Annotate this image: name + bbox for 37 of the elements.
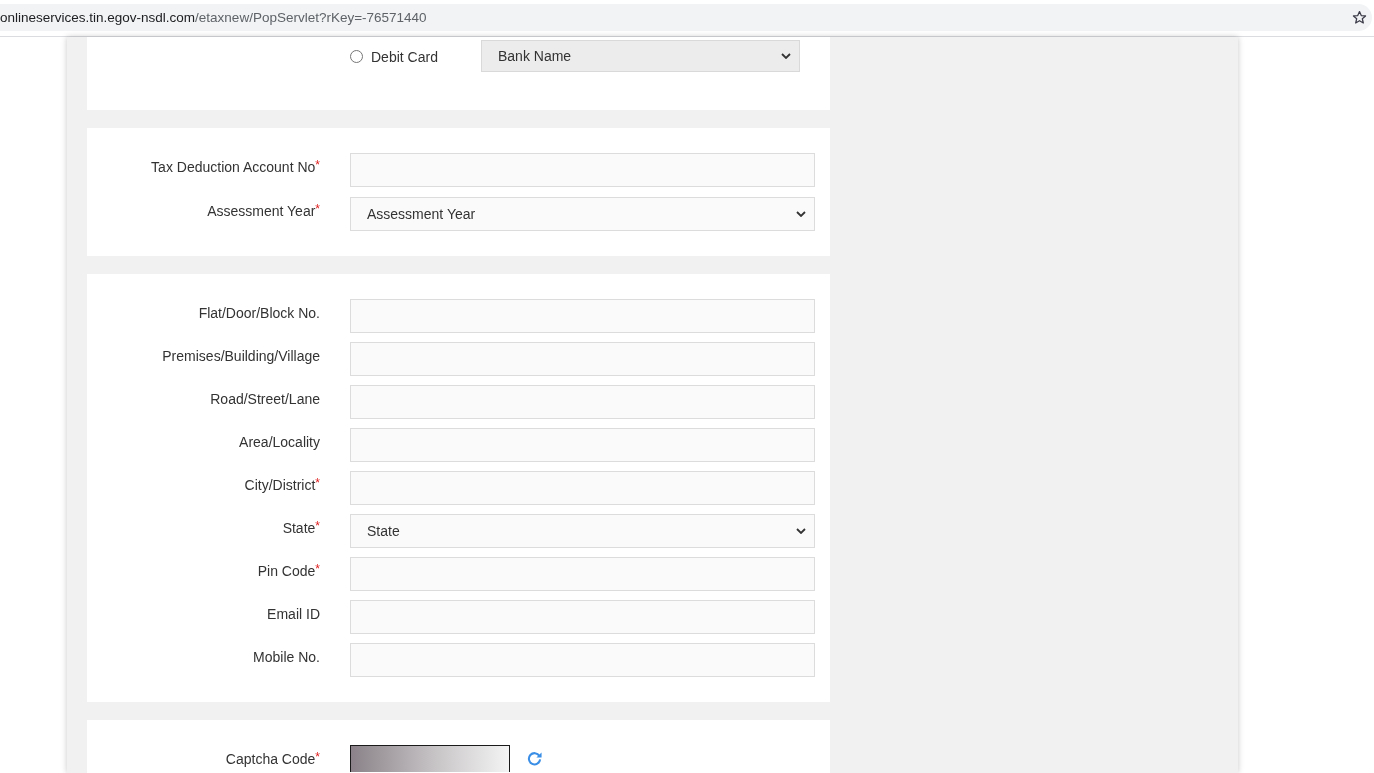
required-mark: * — [315, 563, 320, 578]
required-mark: * — [315, 751, 320, 766]
required-mark: * — [315, 520, 320, 535]
input-field[interactable] — [350, 600, 815, 634]
required-mark: * — [315, 477, 320, 490]
required-mark: * — [315, 203, 320, 218]
field-label: Captcha Code — [225, 751, 316, 767]
field-label: Mobile No. — [253, 649, 320, 665]
input-field[interactable] — [350, 385, 815, 419]
field-label: City/District — [244, 477, 316, 493]
input-field[interactable] — [350, 153, 815, 187]
field-label: Pin Code — [257, 563, 316, 579]
field-label: State — [282, 520, 316, 536]
field-label: Road/Street/Lane — [210, 391, 320, 407]
input-field[interactable] — [350, 557, 815, 591]
radio-button[interactable] — [350, 50, 363, 63]
dropdown[interactable]: State — [350, 514, 815, 548]
input-field[interactable] — [350, 342, 815, 376]
star-icon[interactable] — [1352, 10, 1367, 25]
field-label: Tax Deduction Account No — [151, 159, 316, 175]
field-label: Email ID — [267, 606, 320, 622]
input-field[interactable] — [350, 299, 815, 333]
refresh-icon[interactable] — [527, 751, 542, 766]
dropdown[interactable]: Assessment Year — [350, 197, 815, 231]
field-label: Assessment Year — [207, 203, 316, 219]
input-field[interactable] — [350, 643, 815, 677]
field-label: Premises/Building/Village — [162, 348, 320, 364]
field-label: Flat/Door/Block No. — [198, 305, 320, 321]
address-bar[interactable]: onlineservices.tin.egov-nsdl.com/etaxnew/PopServlet?rKey=-76571440 — [0, 4, 1372, 31]
chevron-down-icon — [796, 528, 806, 534]
required-mark: * — [315, 159, 320, 174]
field-label: Area/Locality — [239, 434, 320, 450]
input-field[interactable] — [350, 428, 815, 462]
input-field[interactable] — [350, 471, 815, 505]
radio-label: Debit Card — [371, 48, 438, 65]
chevron-down-icon — [781, 53, 791, 59]
chevron-down-icon — [796, 211, 806, 217]
